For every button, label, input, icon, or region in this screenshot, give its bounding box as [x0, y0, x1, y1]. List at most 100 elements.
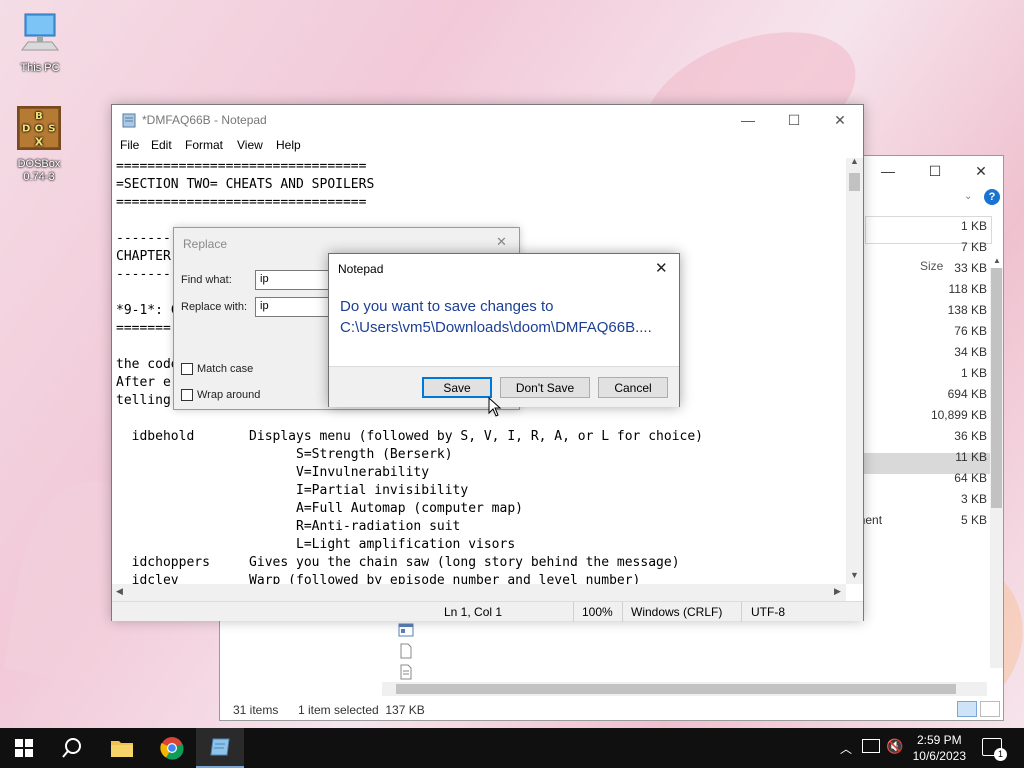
monitor-icon — [21, 13, 59, 51]
replace-with-label: Replace with: — [181, 301, 248, 313]
search-button[interactable] — [48, 728, 96, 768]
chevron-up-icon[interactable]: ︿ — [840, 740, 852, 757]
message-line-2: C:\Users\vm5\Downloads\doom\DMFAQ66B.... — [340, 319, 652, 336]
menu-view[interactable]: View — [237, 138, 263, 152]
file-size: 118 KB — [948, 282, 987, 296]
line-ending: Windows (CRLF) — [631, 605, 723, 619]
file-size: 5 KB — [960, 513, 987, 527]
text-line: ================================ — [116, 159, 367, 174]
match-case-checkbox[interactable] — [181, 363, 193, 375]
message-line-1: Do you want to save changes to — [340, 298, 554, 315]
close-button[interactable]: ✕ — [958, 156, 1004, 186]
application-file-icon — [398, 622, 414, 638]
menu-format[interactable]: Format — [185, 138, 223, 152]
file-size: 1 KB — [960, 366, 987, 380]
scroll-thumb[interactable] — [849, 173, 860, 191]
explorer-hscroll[interactable] — [382, 682, 987, 696]
menu-edit[interactable]: Edit — [151, 138, 172, 152]
file-size: 1 KB — [960, 219, 987, 233]
explorer-vscroll[interactable] — [990, 268, 1003, 668]
scroll-left-icon[interactable]: ◀ — [116, 586, 123, 597]
maximize-button[interactable]: ☐ — [912, 156, 958, 186]
desktop-icon-label: This PC — [20, 62, 60, 74]
network-icon[interactable] — [862, 739, 880, 753]
text-line: L=Light amplification visors — [116, 537, 516, 552]
dialog-title: Notepad — [338, 262, 384, 276]
menu-help[interactable]: Help — [276, 138, 301, 152]
cursor-position: Ln 1, Col 1 — [444, 605, 503, 619]
text-line: A=Full Automap (computer map) — [116, 501, 523, 516]
wrap-around-checkbox[interactable] — [181, 389, 193, 401]
dialog-title: Replace — [183, 237, 228, 251]
svg-text:S: S — [48, 124, 55, 135]
save-changes-dialog: Notepad ✕ Do you want to save changes to… — [328, 253, 680, 407]
scroll-down-icon[interactable]: ▼ — [846, 570, 863, 582]
notepad-titlebar[interactable]: *DMFAQ66B - Notepad — ☐ ✕ — [112, 105, 863, 136]
text-line: R=Anti-radiation suit — [116, 519, 461, 534]
chevron-down-icon[interactable]: ⌄ — [964, 191, 972, 202]
scroll-thumb[interactable] — [991, 268, 1002, 508]
notepad-icon — [210, 738, 230, 756]
close-button[interactable]: ✕ — [817, 105, 863, 135]
text-line: =SECTION TWO= CHEATS AND SPOILERS — [116, 177, 375, 192]
notepad-icon — [122, 113, 136, 128]
close-icon[interactable]: ✕ — [655, 259, 668, 277]
file-size: 138 KB — [947, 303, 987, 317]
help-icon[interactable]: ? — [984, 189, 1000, 205]
system-clock[interactable]: 2:59 PM 10/6/2023 — [913, 732, 966, 764]
desktop-icon-dosbox[interactable]: B D O S X DOSBox 0.74-3 — [9, 106, 69, 184]
file-size: 64 KB — [954, 471, 987, 485]
text-line: V=Invulnerability — [116, 465, 430, 480]
scroll-up-icon[interactable]: ▲ — [993, 256, 1003, 266]
text-line: idchoppers Gives you the chain saw (long… — [116, 555, 680, 570]
text-line: idclev Warp (followed by episode number … — [116, 573, 641, 584]
scroll-thumb[interactable] — [396, 684, 956, 694]
notepad-hscroll[interactable]: ◀ ▶ — [112, 584, 846, 601]
scroll-up-icon[interactable]: ▲ — [846, 156, 863, 168]
text-file-icon — [398, 664, 414, 680]
scroll-right-icon[interactable]: ▶ — [834, 586, 841, 597]
find-what-input[interactable]: ip — [255, 270, 335, 290]
save-button[interactable]: Save — [422, 377, 492, 398]
clock-time: 2:59 PM — [916, 733, 962, 747]
file-size: 76 KB — [954, 324, 987, 338]
desktop-icon-label: DOSBox 0.74-3 — [17, 158, 61, 183]
status-bar: Ln 1, Col 1 100% Windows (CRLF) UTF-8 — [112, 601, 863, 622]
mouse-cursor-icon — [488, 397, 502, 417]
text-line — [116, 410, 846, 428]
file-size: 36 KB — [954, 429, 987, 443]
file-size: 10,899 KB — [930, 408, 987, 422]
file-size: 33 KB — [954, 261, 987, 275]
tiles-view-icon[interactable] — [980, 701, 1000, 717]
taskbar-file-explorer[interactable] — [98, 728, 146, 768]
details-view-icon[interactable] — [957, 701, 977, 717]
file-size: 11 KB — [955, 450, 987, 464]
menu-bar: File Edit Format View Help — [112, 136, 863, 156]
window-title: *DMFAQ66B - Notepad — [142, 113, 267, 127]
desktop-icon-this-pc[interactable]: This PC — [10, 10, 70, 75]
minimize-button[interactable]: — — [725, 105, 771, 135]
dosbox-icon: B D O S X — [17, 106, 61, 150]
minimize-button[interactable]: — — [865, 156, 911, 186]
maximize-button[interactable]: ☐ — [771, 105, 817, 135]
taskbar-notepad[interactable] — [196, 728, 244, 768]
file-size: 3 KB — [960, 492, 987, 506]
cancel-button[interactable]: Cancel — [598, 377, 668, 398]
svg-text:X: X — [35, 135, 44, 148]
dont-save-button[interactable]: Don't Save — [500, 377, 590, 398]
start-button[interactable] — [0, 728, 48, 768]
dialog-footer: Save Don't Save Cancel — [329, 366, 679, 407]
chrome-icon — [160, 737, 184, 760]
notification-center-icon[interactable]: 1 — [982, 738, 1007, 761]
clock-date: 10/6/2023 — [912, 749, 966, 763]
zoom-level: 100% — [582, 605, 613, 619]
notepad-vscroll[interactable]: ▲ ▼ — [846, 156, 863, 584]
taskbar-chrome[interactable] — [148, 728, 196, 768]
replace-with-input[interactable]: ip — [255, 297, 335, 317]
svg-text:B: B — [35, 111, 43, 122]
volume-muted-icon[interactable]: 🔇 — [886, 738, 903, 755]
svg-text:O: O — [35, 124, 44, 135]
wrap-around-label: Wrap around — [197, 389, 261, 401]
close-icon[interactable]: ✕ — [496, 234, 507, 250]
menu-file[interactable]: File — [120, 138, 139, 152]
